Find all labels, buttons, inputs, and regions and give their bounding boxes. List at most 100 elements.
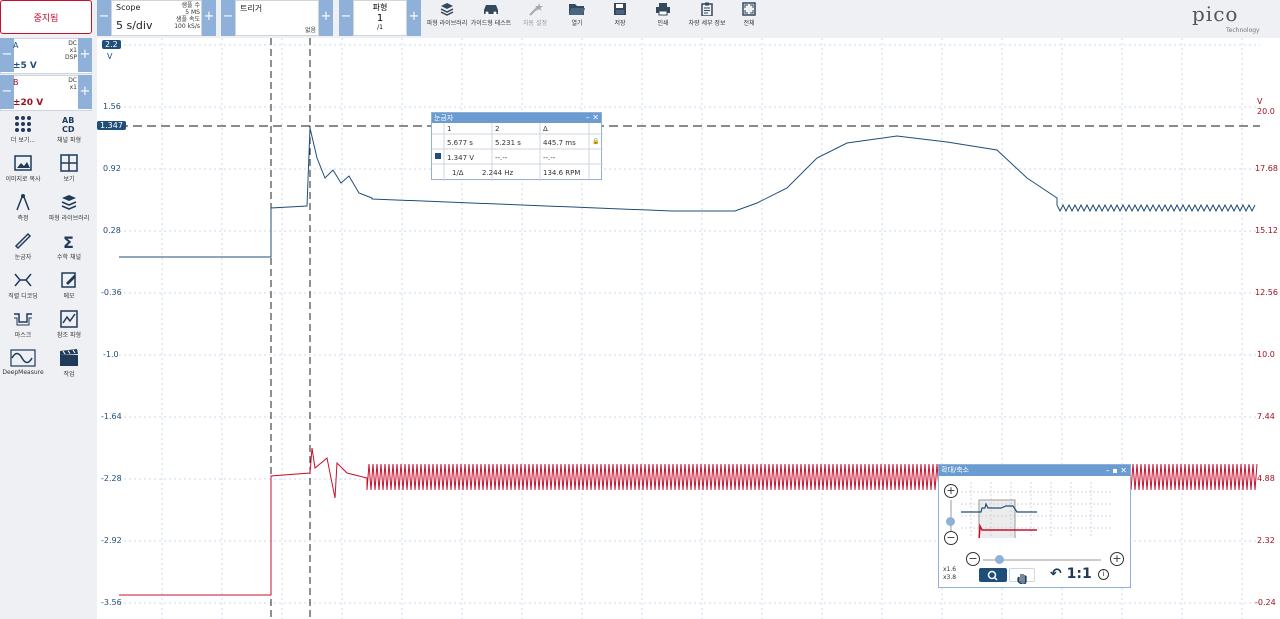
magnifier-icon xyxy=(987,570,998,581)
axis-left-tick: 1.56 xyxy=(103,102,121,111)
channel-b-control[interactable]: − B ±20 V DC x1 + xyxy=(0,75,92,111)
ruler-value-marker[interactable]: 1.347 xyxy=(97,121,126,130)
sidebar-item-measure[interactable]: 측정 xyxy=(0,193,46,232)
waveform-prev-button[interactable]: − xyxy=(339,0,353,36)
sidebar-item-math-channel[interactable]: Σ 수학 채널 xyxy=(46,232,92,271)
vehicle-details-button[interactable]: 차량 세부 정보 xyxy=(684,0,730,36)
ruler-window-title[interactable]: 눈금자 xyxy=(432,113,601,123)
zoom-out-vertical-button[interactable]: − xyxy=(944,531,958,545)
abcd-icon: ABCD xyxy=(62,116,75,133)
timebase-increase-button[interactable]: + xyxy=(202,0,216,36)
lock-icon[interactable]: 🔒 xyxy=(592,138,599,145)
vertical-zoom-handle[interactable] xyxy=(946,517,955,526)
ruler-header-2: 2 xyxy=(495,125,500,133)
trigger-mode: 없음 xyxy=(304,27,316,34)
ruler-time-delta: 445.7 ms xyxy=(543,139,576,147)
zoom-reset-button[interactable]: ↶ 1:1 xyxy=(1050,566,1092,582)
sidebar-item-deepmeasure[interactable]: DeepMeasure xyxy=(0,349,46,388)
zoom-in-vertical-button[interactable]: + xyxy=(944,484,958,498)
deepmeasure-icon xyxy=(10,349,36,367)
ruler-volt-1: 1.347 V xyxy=(447,154,475,162)
ruler-window-controls[interactable]: – ✕ xyxy=(586,113,599,123)
axis-left-unit: V xyxy=(107,52,113,61)
pan-tool-button[interactable] xyxy=(1009,568,1035,585)
sidebar-item-channel-waveform[interactable]: AB CD 채널 파형 xyxy=(46,115,92,154)
sidebar-item-copy-image[interactable]: 이미지로 복사 xyxy=(0,154,46,193)
sidebar-item-notes[interactable]: 메모 xyxy=(46,271,92,310)
ruler-window[interactable]: 눈금자 – ✕ 1 2 Δ 5.677 s 5.231 s 445.7 ms 🔒… xyxy=(431,112,603,181)
folder-icon xyxy=(569,4,585,15)
zoom-in-horizontal-button[interactable]: + xyxy=(1110,552,1124,566)
ruler-volt-2: --.-- xyxy=(495,154,508,162)
axis-right-tick: 2.32 xyxy=(1257,536,1275,545)
sample-info: 샘플 수 5 MS 샘플 속도 100 kS/s xyxy=(174,2,200,30)
trigger-increase-button[interactable]: + xyxy=(319,0,333,36)
channel-a-trace xyxy=(119,127,1256,258)
channel-a-name: A xyxy=(13,41,19,50)
open-button[interactable]: 열기 xyxy=(554,0,600,36)
clapper-icon xyxy=(60,349,78,366)
svg-text:AB: AB xyxy=(62,116,74,125)
timebase-control[interactable]: Scope 5 s/div 샘플 수 5 MS 샘플 속도 100 kS/s xyxy=(111,0,202,36)
stop-button[interactable]: 중지됨 xyxy=(0,0,92,34)
sidebar-item-ruler[interactable]: 눈금자 xyxy=(0,232,46,271)
ruler-rpm: 134.6 RPM xyxy=(543,169,581,177)
sidebar-item-serial-decoding[interactable]: 직렬 디코딩 xyxy=(0,271,46,310)
sigma-icon: Σ xyxy=(63,233,74,250)
ruler-frequency: 2.244 Hz xyxy=(482,169,514,177)
zoom-out-horizontal-button[interactable]: − xyxy=(966,552,980,566)
hand-icon xyxy=(1017,574,1027,585)
channel-a-decrease-button[interactable]: − xyxy=(0,38,14,72)
auto-setup-button[interactable]: 자동 설정 xyxy=(512,0,558,36)
zoom-factors: x1.6 x3.8 xyxy=(943,566,957,581)
fullscreen-button[interactable]: 전체 xyxy=(726,0,772,36)
zoom-window[interactable]: 확대/축소 – ▪ ✕ + − − + x1.6 x3.8 ↶ 1:1 i xyxy=(938,464,1131,588)
car-icon xyxy=(484,5,498,15)
ruler-time-2: 5.231 s xyxy=(495,139,521,147)
zoom-tool-button[interactable] xyxy=(979,568,1007,582)
axis-left-tick: 0.92 xyxy=(103,164,121,173)
svg-text:Σ: Σ xyxy=(63,233,74,250)
svg-text:CD: CD xyxy=(62,125,75,133)
axis-left-top-marker[interactable]: 2.2 xyxy=(102,40,121,49)
printer-icon xyxy=(656,3,670,16)
waveform-library-button[interactable]: 파형 라이브러리 xyxy=(424,0,470,36)
vertical-zoom-slider[interactable] xyxy=(950,500,952,532)
channel-a-increase-button[interactable]: + xyxy=(78,38,92,72)
channel-b-decrease-button[interactable]: − xyxy=(0,75,14,109)
waveform-next-button[interactable]: + xyxy=(407,0,421,36)
axis-left-tick: -1.64 xyxy=(101,412,122,421)
sidebar-item-actions[interactable]: 작업 xyxy=(46,349,92,388)
channel-a-control[interactable]: − A ±5 V DC x1 DSP + xyxy=(0,38,92,74)
trigger-control[interactable]: 트리거 없음 xyxy=(235,0,319,36)
pico-logo: pico Technology xyxy=(1192,2,1260,34)
ruler-freq-label: 1/Δ xyxy=(452,169,464,177)
ruler-icon xyxy=(14,232,32,250)
library-icon xyxy=(440,3,454,16)
waveform-title: 파형 xyxy=(372,3,388,12)
guided-test-button[interactable]: 가이드형 테스트 xyxy=(468,0,514,36)
zoom-window-title[interactable]: 확대/축소 xyxy=(939,465,1130,476)
sidebar-item-library[interactable]: 파형 라이브러리 xyxy=(46,193,92,232)
timebase-decrease-button[interactable]: − xyxy=(97,0,111,36)
compass-icon xyxy=(16,194,30,211)
sidebar-item-reference[interactable]: 참조 파형 xyxy=(46,310,92,349)
view-grid-icon xyxy=(60,154,78,172)
trigger-decrease-button[interactable]: − xyxy=(221,0,235,36)
mask-icon xyxy=(14,313,32,326)
channel-b-increase-button[interactable]: + xyxy=(78,75,92,109)
horizontal-zoom-handle[interactable] xyxy=(995,555,1004,564)
info-icon[interactable]: i xyxy=(1098,569,1109,580)
channel-b-name: B xyxy=(13,78,19,87)
channel-a-range: ±5 V xyxy=(13,61,37,71)
sidebar-item-mask[interactable]: 마스크 xyxy=(0,310,46,349)
zoom-overview[interactable] xyxy=(961,482,1111,538)
waveform-control[interactable]: 파형 1 /1 xyxy=(353,0,407,36)
print-button[interactable]: 인쇄 xyxy=(640,0,686,36)
undo-icon: ↶ xyxy=(1050,566,1062,582)
save-icon xyxy=(614,3,626,15)
sidebar-item-more[interactable]: 더 보기... xyxy=(0,115,46,154)
sidebar-item-view[interactable]: 보기 xyxy=(46,154,92,193)
save-button[interactable]: 저장 xyxy=(597,0,643,36)
zoom-window-controls[interactable]: – ▪ ✕ xyxy=(1106,465,1127,476)
